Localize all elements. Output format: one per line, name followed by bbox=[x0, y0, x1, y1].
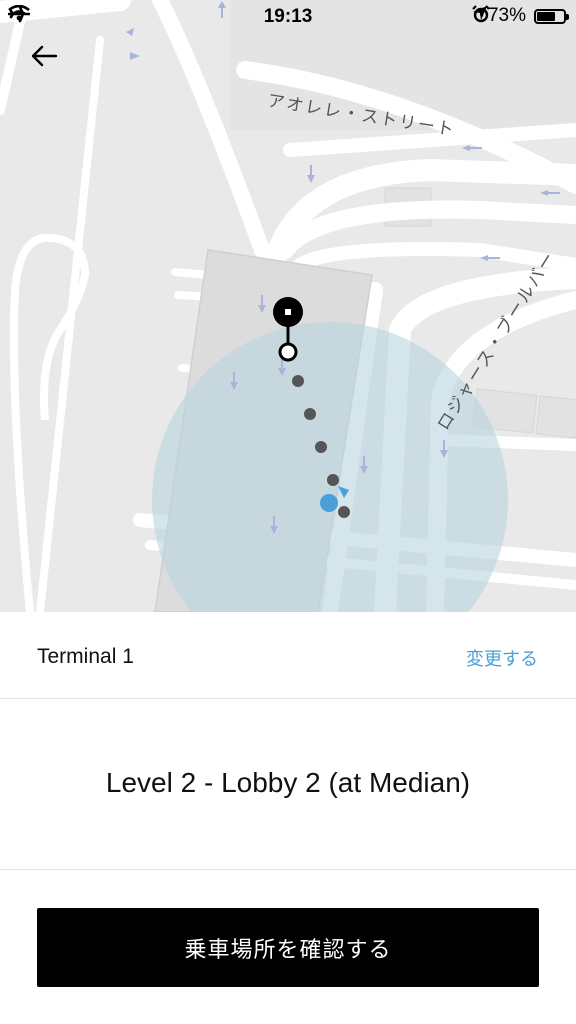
battery-icon bbox=[534, 8, 569, 24]
pickup-location-row: Level 2 - Lobby 2 (at Median) bbox=[0, 699, 576, 870]
change-terminal-link[interactable]: 変更する bbox=[466, 645, 538, 671]
terminal-row: Terminal 1 変更する bbox=[0, 612, 576, 699]
terminal-name: Terminal 1 bbox=[37, 645, 134, 668]
status-bar: 19:13 73% bbox=[0, 0, 576, 34]
back-button[interactable] bbox=[30, 44, 74, 88]
map-view[interactable]: アオレレ・ストリート ロジャース・ブールバー 19:13 73% bbox=[0, 0, 576, 612]
confirm-pickup-button[interactable]: 乗車場所を確認する bbox=[37, 908, 539, 987]
battery-percent: 73% bbox=[487, 5, 526, 26]
pickup-sheet: Terminal 1 変更する Level 2 - Lobby 2 (at Me… bbox=[0, 612, 576, 1024]
pickup-location-name: Level 2 - Lobby 2 (at Median) bbox=[105, 767, 471, 798]
